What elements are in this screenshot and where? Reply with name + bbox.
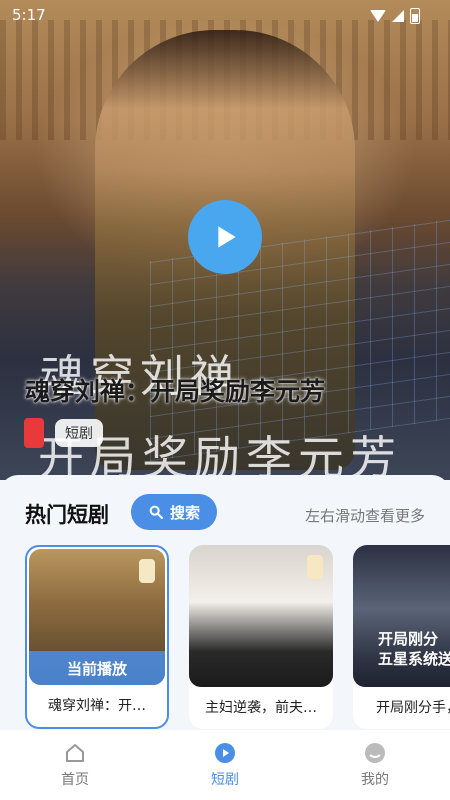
drama-card[interactable]: 主妇逆袭，前夫… [189, 545, 333, 729]
profile-icon [365, 743, 385, 763]
hot-dramas-panel: 热门短剧 搜索 左右滑动查看更多 当前播放 魂穿刘禅：开… 主妇逆袭，前夫… 开… [0, 475, 450, 730]
drama-card[interactable]: 当前播放 魂穿刘禅：开… [25, 545, 169, 729]
search-label: 搜索 [169, 503, 200, 522]
search-button[interactable]: 搜索 [131, 494, 217, 530]
nav-dramas[interactable]: 短剧 [150, 730, 300, 800]
play-circle-icon [215, 743, 235, 763]
nav-home[interactable]: 首页 [0, 730, 150, 800]
now-playing-badge: 当前播放 [29, 651, 165, 685]
drama-carousel[interactable]: 当前播放 魂穿刘禅：开… 主妇逆袭，前夫… 开局刚分 五星系统送 开局刚分手，… [25, 545, 450, 730]
play-button[interactable] [188, 200, 262, 274]
bookmark-icon [139, 559, 155, 583]
drama-name: 主妇逆袭，前夫… [205, 700, 317, 716]
search-icon [149, 505, 163, 519]
drama-name: 开局刚分手，… [376, 700, 450, 716]
play-icon [218, 226, 236, 248]
hero-banner[interactable]: 魂穿刘禅 开局奖励李元芳 魂穿刘禅：开局奖励李元芳 短剧 [0, 0, 450, 480]
drama-card[interactable]: 开局刚分 五星系统送 开局刚分手，… [353, 545, 450, 729]
hero-title: 魂穿刘禅：开局奖励李元芳 [25, 377, 326, 406]
nav-dramas-label: 短剧 [211, 772, 239, 788]
nav-profile-label: 我的 [361, 772, 389, 788]
battery-icon [410, 8, 420, 24]
nav-home-label: 首页 [61, 772, 89, 788]
status-icons [370, 8, 420, 24]
home-icon [66, 744, 84, 762]
swipe-hint: 左右滑动查看更多 [304, 507, 425, 525]
thumbnail-title-text: 开局刚分 五星系统送 [378, 630, 450, 668]
bottom-nav: 首页 短剧 我的 [0, 730, 450, 800]
bookmark-icon [307, 555, 323, 579]
section-title: 热门短剧 [25, 503, 109, 527]
drama-thumbnail: 当前播放 [29, 549, 165, 685]
hero-category-tag: 短剧 [55, 419, 103, 447]
wifi-icon [370, 10, 386, 22]
status-time: 5:17 [12, 6, 46, 24]
thumbnail-title: 开局刚分 五星系统送 [378, 629, 450, 669]
drama-thumbnail: 开局刚分 五星系统送 [353, 545, 450, 687]
nav-profile[interactable]: 我的 [300, 730, 450, 800]
status-bar: 5:17 [0, 0, 450, 30]
signal-icon [392, 10, 404, 22]
hero-red-marker [24, 418, 44, 448]
drama-name: 魂穿刘禅：开… [48, 698, 146, 714]
drama-thumbnail [189, 545, 333, 687]
